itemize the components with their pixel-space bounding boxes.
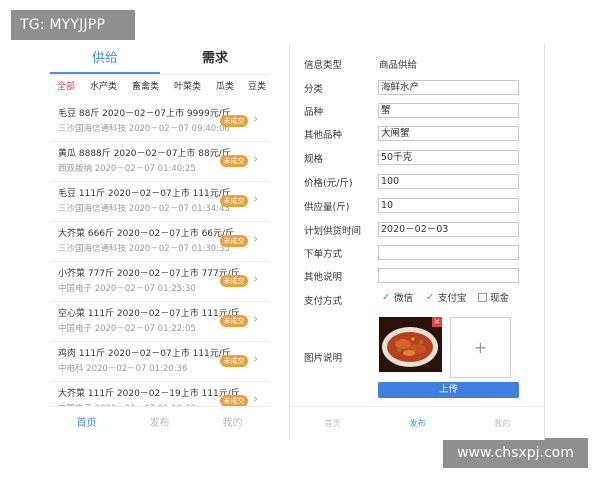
- list-item[interactable]: 小芥菜 777斤 2020－02－07上市 777元/斤 中国电子 2020－0…: [50, 262, 270, 302]
- field-label-category: 分类: [304, 84, 324, 95]
- list-item[interactable]: 空心菜 111斤 2020－02－07上市 111元/斤 中国电子 2020－0…: [50, 302, 270, 342]
- chevron-right-icon: ›: [253, 352, 259, 367]
- item-subtitle: 三沙国海信通科技 2020－02－07 01:34:43: [58, 204, 230, 214]
- payment-wechat-option[interactable]: ✓ 微信: [382, 292, 413, 306]
- checkmark-icon: ✓: [426, 292, 435, 303]
- item-subtitle: 西双版纳 2020－02－07 01:40:25: [58, 164, 196, 174]
- other-variety-input[interactable]: 大闸蟹: [378, 126, 519, 141]
- tab-bar: 供给 需求: [50, 44, 270, 75]
- item-subtitle: 中电科 2020－02－07 01:20:36: [58, 364, 188, 374]
- price-input[interactable]: 100: [378, 174, 519, 189]
- item-subtitle: 三沙国海信通科技 2020－02－07 09:40:06: [58, 124, 230, 134]
- list-item[interactable]: 黄瓜 8888斤 2020－02－07上市 88元/斤 西双版纳 2020－02…: [50, 142, 270, 182]
- field-label-other-variety: 其他品种: [304, 130, 343, 141]
- chevron-right-icon: ›: [253, 232, 259, 247]
- item-title: 空心菜 111斤 2020－02－07上市 111元/斤: [58, 309, 240, 319]
- nav-publish[interactable]: 发布: [375, 407, 460, 440]
- checkmark-icon: ✓: [382, 292, 391, 303]
- chevron-right-icon: ›: [253, 192, 259, 207]
- nav-home[interactable]: 首页: [290, 407, 375, 440]
- tab-underline: [50, 72, 160, 74]
- status-badge: 未成交: [220, 355, 248, 367]
- spec-input[interactable]: 50千克: [378, 150, 519, 165]
- list-item[interactable]: 毛豆 111斤 2020－02－07上市 111元/斤 三沙国海信通科技 202…: [50, 182, 270, 222]
- list-item[interactable]: 毛豆 88斤 2020－02－07上市 9999元/斤 三沙国海信通科技 202…: [50, 102, 270, 142]
- field-label-other-notes: 其他说明: [304, 272, 343, 283]
- status-badge: 未成交: [220, 235, 248, 247]
- status-badge: 未成交: [220, 275, 248, 287]
- payment-option-label: 支付宝: [438, 293, 467, 304]
- supply-qty-input[interactable]: 10: [378, 198, 519, 213]
- field-label-supply-date: 计划供货时间: [304, 226, 362, 237]
- category-leafy[interactable]: 叶菜类: [174, 78, 201, 96]
- item-subtitle: 中国电子 2020－02－07 01:22:05: [58, 324, 196, 334]
- category-all[interactable]: 全部: [57, 78, 75, 96]
- list-item[interactable]: 鸡肉 111斤 2020－02－07上市 111元/斤 中电科 2020－02－…: [50, 342, 270, 382]
- status-badge: 未成交: [220, 315, 248, 327]
- other-notes-input[interactable]: [378, 268, 519, 283]
- nav-publish[interactable]: 发布: [123, 407, 196, 440]
- item-title: 毛豆 111斤 2020－02－07上市 111元/斤: [58, 189, 231, 199]
- category-input[interactable]: 海鲜水产: [378, 80, 519, 95]
- chevron-right-icon: ›: [253, 272, 259, 287]
- order-method-input[interactable]: [378, 245, 519, 260]
- bottom-nav: 首页 发布 我的: [50, 406, 270, 440]
- category-bean[interactable]: 豆类: [248, 78, 266, 96]
- list-item[interactable]: 大芥菜 666斤 2020－02－07上市 66元/斤 三沙国海信通科技 202…: [50, 222, 270, 262]
- status-badge: 未成交: [220, 155, 248, 167]
- add-photo-button[interactable]: +: [450, 317, 511, 378]
- bottom-nav: 首页 发布 我的: [290, 406, 544, 440]
- payment-alipay-option[interactable]: ✓ 支付宝: [426, 292, 467, 306]
- item-subtitle: 三沙国海信通科技 2020－02－07 01:30:35: [58, 244, 230, 254]
- tab-demand[interactable]: 需求: [160, 44, 270, 74]
- field-label-spec: 规格: [304, 154, 324, 165]
- remove-photo-icon[interactable]: ×: [432, 317, 442, 327]
- checkbox-icon: [478, 293, 487, 302]
- category-livestock[interactable]: 畜禽类: [132, 78, 159, 96]
- payment-option-label: 现金: [490, 293, 510, 304]
- item-title: 黄瓜 8888斤 2020－02－07上市 88元/斤: [58, 149, 231, 159]
- field-label-supply-qty: 供应量(斤): [304, 202, 350, 213]
- field-label-variety: 品种: [304, 107, 324, 118]
- item-title: 毛豆 88斤 2020－02－07上市 9999元/斤: [58, 109, 231, 119]
- item-title: 鸡肉 111斤 2020－02－07上市 111元/斤: [58, 349, 231, 359]
- variety-input[interactable]: 蟹: [378, 103, 519, 118]
- supply-date-input[interactable]: 2020－02－03: [378, 222, 519, 237]
- category-aquatic[interactable]: 水产类: [90, 78, 117, 96]
- tab-supply[interactable]: 供给: [50, 44, 160, 74]
- watermark-tag: TG: MYYJJPP: [11, 10, 135, 40]
- supply-list-screen: 供给 需求 全部 水产类 畜禽类 叶菜类 瓜类 豆类 毛豆 88斤 2020－0…: [50, 44, 270, 440]
- status-badge: 未成交: [220, 115, 248, 127]
- field-label-order-method: 下单方式: [304, 249, 343, 260]
- payment-option-label: 微信: [394, 293, 414, 304]
- item-subtitle: 中国电子 2020－02－07 01:25:30: [58, 284, 196, 294]
- category-melon[interactable]: 瓜类: [216, 78, 234, 96]
- nav-home[interactable]: 首页: [50, 407, 123, 440]
- payment-cash-option[interactable]: 现金: [478, 292, 509, 306]
- payment-method-label: 支付方式: [304, 296, 343, 307]
- chevron-right-icon: ›: [253, 152, 259, 167]
- category-filter: 全部 水产类 畜禽类 叶菜类 瓜类 豆类: [50, 78, 270, 96]
- item-title: 小芥菜 777斤 2020－02－07上市 777元/斤: [58, 269, 240, 279]
- publish-form-screen: 信息类型 商品供给 分类 海鲜水产 品种 蟹 其他品种 大闸蟹 规格 50千克 …: [289, 44, 545, 440]
- field-label-price: 价格(元/斤): [304, 178, 353, 189]
- image-description-label: 图片说明: [304, 353, 343, 364]
- status-badge: 未成交: [220, 195, 248, 207]
- watermark-url: www.chsxpj.com: [443, 438, 588, 468]
- chevron-right-icon: ›: [253, 312, 259, 327]
- item-title: 大芥菜 111斤 2020－02－19上市 111元/斤: [58, 389, 240, 399]
- info-type-label: 信息类型: [304, 60, 343, 71]
- info-type-value: 商品供给: [379, 60, 418, 71]
- item-title: 大芥菜 666斤 2020－02－07上市 66元/斤: [58, 229, 235, 239]
- nav-mine[interactable]: 我的: [460, 407, 544, 440]
- nav-mine[interactable]: 我的: [196, 407, 269, 440]
- upload-button[interactable]: 上传: [378, 382, 519, 398]
- chevron-right-icon: ›: [253, 112, 259, 127]
